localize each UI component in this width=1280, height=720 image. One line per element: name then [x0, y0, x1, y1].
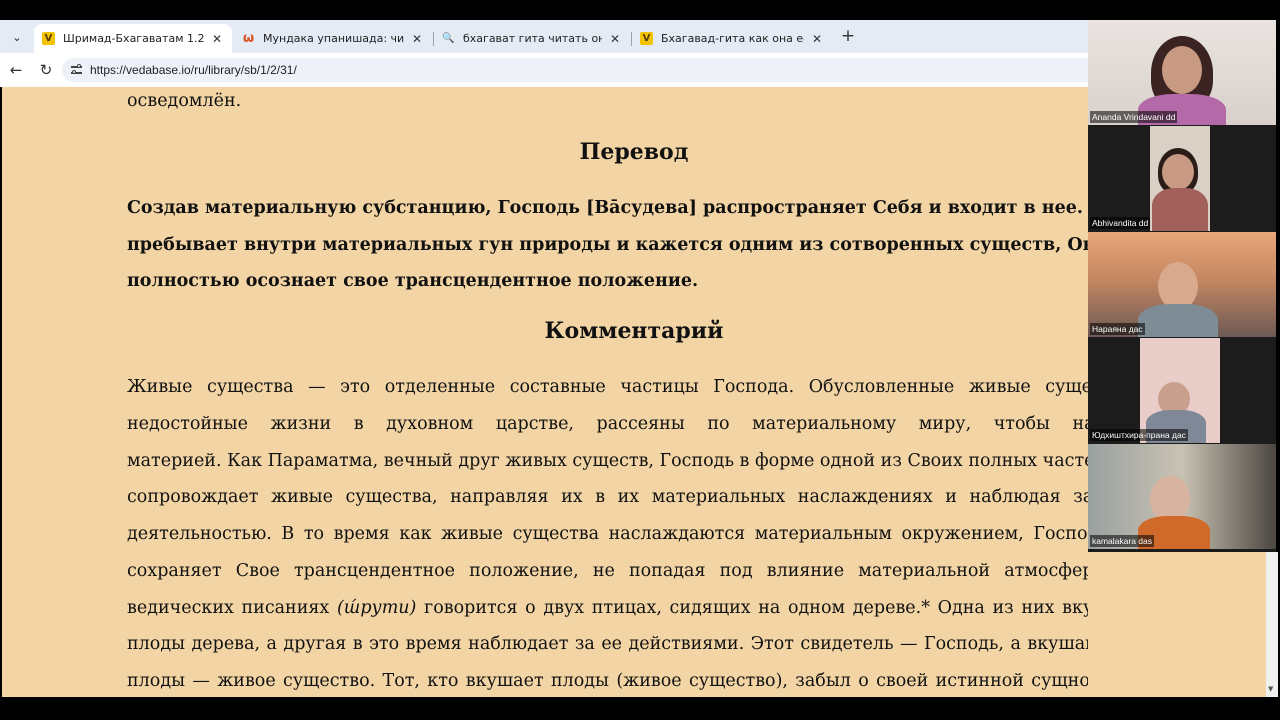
- vedabase-v-icon: V: [640, 32, 653, 45]
- commentary-line: Живые существа — это отделенные составны…: [127, 377, 1088, 397]
- video-call-gallery: Ananda Vrindavani dd Abhivandita dd Нара…: [1088, 20, 1276, 552]
- tab-mundaka-upanishad[interactable]: ω Мундака упанишада: читать онла ✕: [234, 24, 432, 53]
- tab-title: Шримад-Бхагаватам 1.2.31: [63, 32, 204, 45]
- translation-line: Создав материальную субстанцию, Господь …: [127, 198, 1088, 218]
- translation-heading: Перевод: [579, 139, 689, 165]
- participant-face: [1158, 262, 1198, 310]
- commentary-line: сопровождает живые существа, направляя и…: [127, 487, 1088, 507]
- participant-tile[interactable]: Нараяна дас: [1088, 232, 1276, 337]
- participant-face: [1162, 46, 1202, 94]
- browser-tab-strip: ⌄ V Шримад-Бхагаватам 1.2.31 ✕ ω Мундака…: [0, 20, 1088, 53]
- participant-name: Нараяна дас: [1090, 323, 1145, 335]
- tab-close-icon[interactable]: ✕: [608, 32, 622, 46]
- page-scrollbar[interactable]: ▼: [1266, 552, 1278, 697]
- commentary-text: говорится о двух птицах, сидящих на одно…: [416, 598, 1088, 618]
- scroll-down-arrow-icon[interactable]: ▼: [1268, 685, 1273, 693]
- screen-top-bar: [0, 0, 1280, 20]
- participant-body: [1152, 188, 1208, 231]
- article-page: осведомлён. Перевод Создав материальную …: [2, 87, 1088, 697]
- tab-title: бхагават гита читать онлайн - Se: [463, 32, 602, 45]
- participant-tile[interactable]: kamalakara das: [1088, 444, 1276, 549]
- new-tab-plus-icon[interactable]: +: [838, 26, 858, 46]
- reload-icon[interactable]: ↻: [36, 60, 56, 80]
- participant-tile[interactable]: Юдхиштхира-прана дас: [1088, 338, 1276, 443]
- commentary-heading: Комментарий: [544, 318, 724, 344]
- back-arrow-icon[interactable]: ←: [6, 60, 26, 80]
- vedabase-v-icon: V: [42, 32, 55, 45]
- tab-srimad-bhagavatam[interactable]: V Шримад-Бхагаватам 1.2.31 ✕: [34, 24, 232, 53]
- tab-bhagavad-gita-15-15[interactable]: V Бхагавад-гита как она есть 15.15 ✕: [632, 24, 832, 53]
- participant-name: Abhivandita dd: [1090, 217, 1151, 229]
- tab-gita-search[interactable]: 🔍 бхагават гита читать онлайн - Se ✕: [434, 24, 630, 53]
- participant-tile[interactable]: Ananda Vrindavani dd: [1088, 20, 1276, 125]
- commentary-line: недостойные жизни в духовном царстве, ра…: [127, 414, 1088, 434]
- site-info-icon[interactable]: [70, 63, 84, 77]
- participant-face: [1162, 154, 1194, 190]
- tab-title: Бхагавад-гита как она есть 15.15: [661, 32, 804, 45]
- article-text-line: осведомлён.: [127, 91, 242, 111]
- participant-tile[interactable]: Abhivandita dd: [1088, 126, 1276, 231]
- url-text: https://vedabase.io/ru/library/sb/1/2/31…: [90, 63, 297, 77]
- address-bar[interactable]: https://vedabase.io/ru/library/sb/1/2/31…: [62, 58, 1102, 82]
- participant-name: kamalakara das: [1090, 535, 1155, 547]
- tab-close-icon[interactable]: ✕: [410, 32, 424, 46]
- tab-title: Мундака упанишада: читать онла: [263, 32, 404, 45]
- participant-body: [1138, 304, 1218, 337]
- tab-close-icon[interactable]: ✕: [810, 32, 824, 46]
- translation-line: полностью осознает свое трансцендентное …: [127, 271, 699, 291]
- tab-search-menu-icon[interactable]: ⌄: [6, 26, 28, 48]
- commentary-line: материей. Как Параматма, вечный друг жив…: [127, 451, 1088, 471]
- commentary-line: плоды дерева, а другая в это время наблю…: [127, 634, 1088, 654]
- commentary-text: ведических писаниях: [127, 598, 337, 618]
- screen-bottom-bar: [0, 697, 1280, 720]
- translation-line: пребывает внутри материальных гун природ…: [127, 235, 1088, 255]
- commentary-line: ведических писаниях (ш́рути) говорится о…: [127, 598, 1088, 618]
- commentary-line: сохраняет Свое трансцендентное положение…: [127, 561, 1088, 581]
- shruti-term: (ш́рути): [336, 598, 417, 618]
- tab-close-icon[interactable]: ✕: [210, 32, 224, 46]
- browser-toolbar: ← ↻ https://vedabase.io/ru/library/sb/1/…: [0, 53, 1102, 87]
- participant-name: Ananda Vrindavani dd: [1090, 111, 1178, 123]
- search-icon: 🔍: [442, 33, 455, 44]
- commentary-line: плоды — живое существо. Тот, кто вкушает…: [127, 671, 1088, 691]
- wiki-w-icon: ω: [242, 31, 255, 46]
- article-page-right-edge: [1088, 552, 1266, 697]
- participant-name: Юдхиштхира-прана дас: [1090, 429, 1188, 441]
- commentary-line: деятельностью. В то время как живые суще…: [127, 524, 1088, 544]
